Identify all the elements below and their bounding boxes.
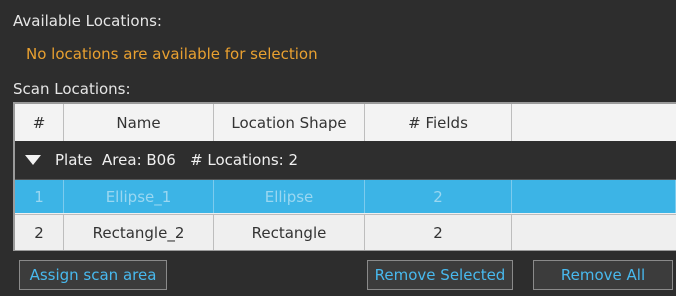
column-header-location-shape[interactable]: Location Shape [214,104,365,141]
no-locations-message: No locations are available for selection [26,45,318,63]
column-header-fields[interactable]: # Fields [365,104,512,141]
row-empty-cell [512,180,676,213]
row-fields: 2 [365,215,512,250]
column-header-number[interactable]: # [15,104,64,141]
row-number: 1 [15,180,64,213]
scan-locations-label: Scan Locations: [13,80,131,98]
column-header-name[interactable]: Name [64,104,214,141]
table-row[interactable]: 2 Rectangle_2 Rectangle 2 [15,214,676,250]
row-fields: 2 [365,180,512,213]
remove-all-button[interactable]: Remove All [533,260,673,290]
table-row[interactable]: 1 Ellipse_1 Ellipse 2 [15,180,676,213]
row-empty-cell [512,215,676,250]
collapse-triangle-icon[interactable] [25,155,41,165]
row-number: 2 [15,215,64,250]
row-shape: Rectangle [214,215,365,250]
row-name: Ellipse_1 [64,180,214,213]
row-name: Rectangle_2 [64,215,214,250]
group-row-label: Plate Area: B06 # Locations: 2 [55,151,299,169]
table-header-row: # Name Location Shape # Fields [15,104,676,142]
remove-selected-button[interactable]: Remove Selected [367,260,513,290]
assign-scan-area-button[interactable]: Assign scan area [19,260,167,290]
column-header-empty [512,104,676,141]
scan-locations-table: # Name Location Shape # Fields Plate Are… [13,102,676,251]
group-row-plate[interactable]: Plate Area: B06 # Locations: 2 [15,141,676,180]
available-locations-label: Available Locations: [13,12,162,30]
row-shape: Ellipse [214,180,365,213]
